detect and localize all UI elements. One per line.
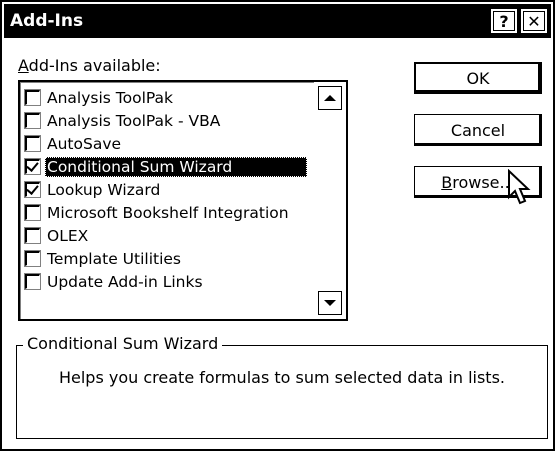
checkbox[interactable] bbox=[24, 112, 41, 129]
list-item[interactable]: AutoSave bbox=[24, 132, 314, 155]
list-item[interactable]: Analysis ToolPak - VBA bbox=[24, 109, 314, 132]
list-item-label: Update Add-in Links bbox=[47, 272, 203, 291]
list-item[interactable]: Update Add-in Links bbox=[24, 270, 314, 293]
arrow-cursor-icon bbox=[508, 169, 531, 205]
description-text: Helps you create formulas to sum selecte… bbox=[58, 368, 505, 387]
add-ins-listbox[interactable]: Analysis ToolPak Analysis ToolPak - VBA Au… bbox=[18, 80, 348, 321]
title-bar[interactable]: Add-Ins ? ✕ bbox=[4, 4, 551, 38]
list-item-label: Conditional Sum Wizard bbox=[45, 156, 307, 177]
ok-button[interactable]: OK bbox=[414, 62, 542, 94]
list-item[interactable]: Template Utilities bbox=[24, 247, 314, 270]
list-item[interactable]: OLEX bbox=[24, 224, 314, 247]
checkbox[interactable] bbox=[24, 204, 41, 221]
checkbox-checked[interactable] bbox=[24, 158, 41, 175]
list-item-label: Lookup Wizard bbox=[47, 180, 161, 199]
description-groupbox: Conditional Sum Wizard Helps you create … bbox=[16, 334, 548, 439]
list-item-label: Analysis ToolPak - VBA bbox=[47, 111, 221, 130]
cancel-button[interactable]: Cancel bbox=[414, 114, 542, 146]
add-ins-dialog: Add-Ins ? ✕ Add-Ins available: Analysis … bbox=[0, 0, 555, 451]
add-ins-available-label: Add-Ins available: bbox=[18, 56, 161, 75]
list-item[interactable]: Microsoft Bookshelf Integration bbox=[24, 201, 314, 224]
scroll-up-arrow-icon bbox=[324, 95, 336, 101]
checkbox[interactable] bbox=[24, 227, 41, 244]
browse-label-rest: rowse... bbox=[452, 172, 515, 192]
list-item[interactable]: Analysis ToolPak bbox=[24, 86, 314, 109]
list-item-label: OLEX bbox=[47, 226, 89, 245]
checkbox[interactable] bbox=[24, 135, 41, 152]
list-item[interactable]: Lookup Wizard bbox=[24, 178, 314, 201]
list-item-label: Microsoft Bookshelf Integration bbox=[47, 203, 289, 222]
checkbox[interactable] bbox=[24, 273, 41, 290]
checkbox[interactable] bbox=[24, 250, 41, 267]
access-key-b: B bbox=[441, 172, 453, 192]
list-item-label: AutoSave bbox=[47, 134, 122, 153]
checkbox-checked[interactable] bbox=[24, 181, 41, 198]
scroll-down-arrow-icon bbox=[324, 300, 336, 306]
list-item-label: Analysis ToolPak bbox=[47, 88, 174, 107]
access-key-a: A bbox=[18, 56, 29, 75]
description-title: Conditional Sum Wizard bbox=[23, 334, 223, 353]
vertical-scrollbar[interactable] bbox=[314, 82, 346, 319]
list-item-label: Template Utilities bbox=[47, 249, 181, 268]
window-title: Add-Ins bbox=[10, 11, 84, 31]
add-ins-list: Analysis ToolPak Analysis ToolPak - VBA Au… bbox=[24, 86, 314, 293]
scroll-down-button[interactable] bbox=[318, 291, 342, 315]
label-rest: dd-Ins available: bbox=[28, 56, 161, 75]
close-icon: ✕ bbox=[527, 11, 541, 31]
close-button[interactable]: ✕ bbox=[521, 9, 547, 33]
scroll-up-button[interactable] bbox=[318, 86, 342, 110]
checkbox[interactable] bbox=[24, 89, 41, 106]
list-item[interactable]: Conditional Sum Wizard bbox=[24, 155, 314, 178]
help-button[interactable]: ? bbox=[491, 9, 517, 33]
